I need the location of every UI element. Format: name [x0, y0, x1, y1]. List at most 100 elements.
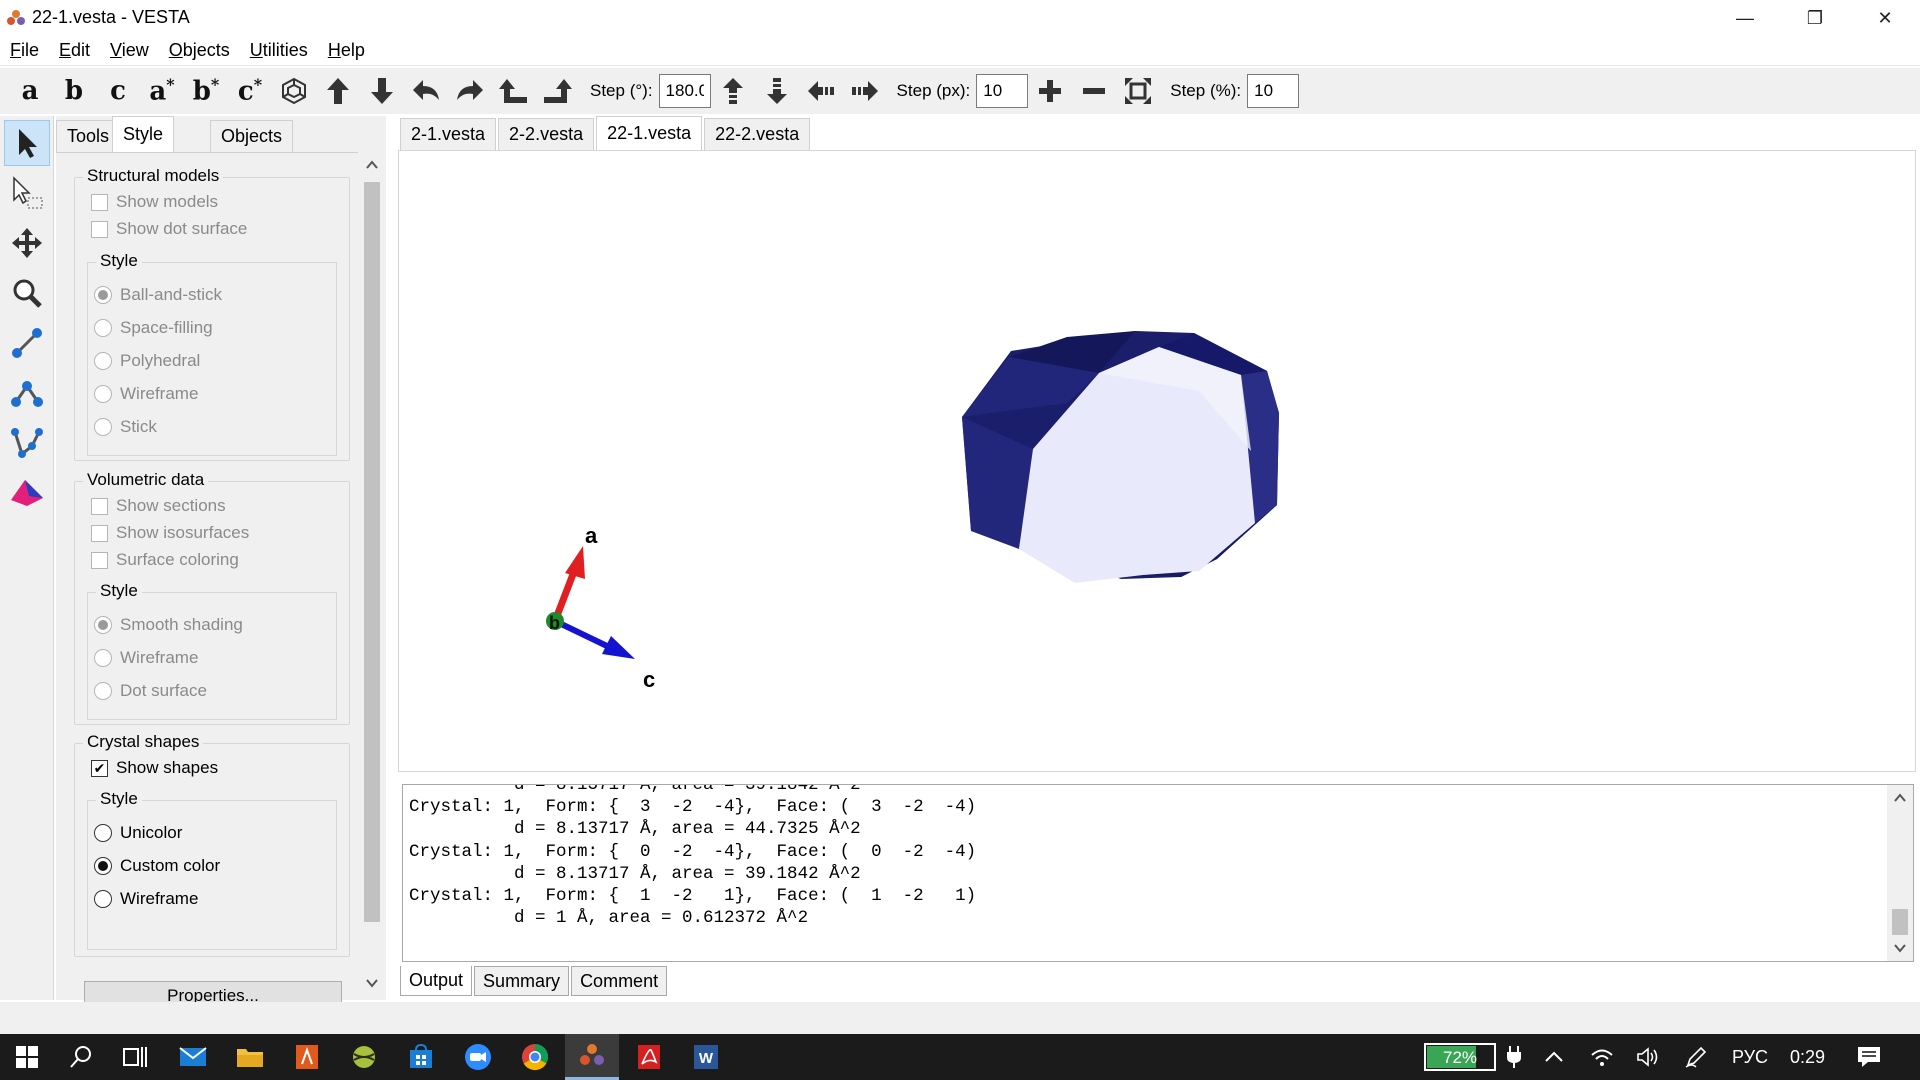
radio-stick[interactable]: Stick [94, 417, 157, 437]
rotate-up-icon[interactable] [316, 71, 360, 111]
taskbar-chrome[interactable] [508, 1034, 562, 1080]
axis-indicator: a b c [546, 523, 655, 692]
task-view-button[interactable] [108, 1034, 162, 1080]
close-button[interactable]: ✕ [1850, 0, 1920, 36]
show-dot-surface-checkbox[interactable]: Show dot surface [91, 219, 247, 239]
translate-up-icon[interactable] [711, 71, 755, 111]
start-button[interactable] [0, 1034, 54, 1080]
clock[interactable]: 0:29 [1790, 1034, 1825, 1080]
volume-icon[interactable] [1636, 1034, 1660, 1080]
menu-utilities[interactable]: Utilities [250, 40, 308, 61]
title-bar: 22-1.vesta - VESTA — ❐ ✕ [0, 0, 1920, 36]
view-along-b-star-button[interactable]: b* [184, 75, 228, 107]
tab-style[interactable]: Style [112, 116, 175, 152]
output-text-area[interactable]: d = 8.13717 Å, area = 39.1842 Å^2 Crystal… [402, 784, 1914, 962]
taskbar-mail[interactable] [166, 1034, 220, 1080]
panel-scroll-thumb[interactable] [364, 182, 380, 922]
select-tool-button[interactable] [4, 120, 50, 166]
radio-crystal-wireframe[interactable]: Wireframe [94, 889, 198, 909]
taskbar-app-ball[interactable] [337, 1034, 391, 1080]
taskbar-app-orange[interactable] [280, 1034, 334, 1080]
menu-view[interactable]: View [110, 40, 149, 61]
wifi-icon[interactable] [1590, 1034, 1614, 1080]
radio-space-filling[interactable]: Space-filling [94, 318, 213, 338]
step-px-input[interactable] [976, 74, 1029, 108]
show-models-checkbox[interactable]: Show models [91, 192, 218, 212]
translate-tool-button[interactable] [4, 220, 50, 266]
tab-summary[interactable]: Summary [474, 966, 570, 996]
taskbar-acrobat[interactable] [622, 1034, 676, 1080]
search-button[interactable] [54, 1034, 108, 1080]
view-along-a-star-button[interactable]: a* [140, 75, 184, 107]
translate-right-icon[interactable] [843, 71, 887, 111]
radio-volumetric-wireframe[interactable]: Wireframe [94, 648, 198, 668]
taskbar-zoom[interactable] [451, 1034, 505, 1080]
zoom-in-icon[interactable] [1028, 71, 1072, 111]
pen-workspace-icon[interactable] [1684, 1034, 1708, 1080]
radio-smooth-shading[interactable]: Smooth shading [94, 615, 243, 635]
menu-edit[interactable]: Edit [59, 40, 90, 61]
tab-2-2-vesta[interactable]: 2-2.vesta [498, 118, 595, 150]
region-select-tool-button[interactable] [4, 170, 50, 216]
rotate-cw-icon[interactable] [536, 71, 580, 111]
tab-comment[interactable]: Comment [571, 966, 668, 996]
radio-ball-and-stick[interactable]: Ball-and-stick [94, 285, 222, 305]
radio-dot-surface[interactable]: Dot surface [94, 681, 207, 701]
tab-22-2-vesta[interactable]: 22-2.vesta [704, 118, 811, 150]
restore-button[interactable]: ❐ [1780, 0, 1850, 36]
radio-custom-color[interactable]: Custom color [94, 856, 220, 876]
standard-orientation-icon[interactable] [272, 71, 316, 111]
menu-help[interactable]: Help [328, 40, 365, 61]
translate-down-icon[interactable] [755, 71, 799, 111]
taskbar-file-explorer[interactable] [223, 1034, 277, 1080]
rotate-ccw-icon[interactable] [492, 71, 536, 111]
step-percent-input[interactable] [1247, 74, 1300, 108]
radio-unicolor[interactable]: Unicolor [94, 823, 182, 843]
rotate-right-icon[interactable] [448, 71, 492, 111]
mail-icon [179, 1047, 207, 1066]
zoom-out-icon[interactable] [1072, 71, 1116, 111]
view-along-c-button[interactable]: c [96, 76, 140, 106]
rotate-left-icon[interactable] [404, 71, 448, 111]
menu-file[interactable]: File [10, 40, 39, 61]
status-bar [0, 1002, 1920, 1034]
menu-objects[interactable]: Objects [169, 40, 230, 61]
show-sections-checkbox[interactable]: Show sections [91, 496, 226, 516]
radio-polyhedral[interactable]: Polyhedral [94, 351, 200, 371]
structure-viewport[interactable]: a b c [398, 150, 1916, 772]
tab-22-1-vesta[interactable]: 22-1.vesta [596, 116, 703, 150]
tab-2-1-vesta[interactable]: 2-1.vesta [400, 118, 497, 150]
tab-tools[interactable]: Tools [56, 120, 121, 152]
battery-indicator[interactable]: 72% [1424, 1034, 1496, 1080]
taskbar-word[interactable]: W [679, 1034, 733, 1080]
fit-to-screen-icon[interactable] [1116, 71, 1160, 111]
surface-coloring-checkbox[interactable]: Surface coloring [91, 550, 239, 570]
view-along-b-button[interactable]: b [52, 76, 96, 106]
action-center-button[interactable] [1856, 1034, 1882, 1080]
rotate-down-icon[interactable] [360, 71, 404, 111]
polyhedron-tool-button[interactable] [4, 470, 50, 516]
show-shapes-checkbox[interactable]: ✔ Show shapes [91, 758, 218, 778]
radio-wireframe[interactable]: Wireframe [94, 384, 198, 404]
show-isosurfaces-checkbox[interactable]: Show isosurfaces [91, 523, 249, 543]
taskbar-vesta[interactable] [565, 1034, 619, 1080]
minimize-button[interactable]: — [1710, 0, 1780, 36]
tab-objects[interactable]: Objects [210, 120, 294, 152]
bond-distance-icon [12, 328, 42, 358]
input-language-indicator[interactable]: РУС [1732, 1034, 1768, 1080]
panel-scrollbar[interactable] [358, 152, 386, 1000]
dihedral-angle-icon [11, 428, 43, 458]
taskbar-store[interactable] [394, 1034, 448, 1080]
tab-output[interactable]: Output [400, 966, 473, 996]
output-scroll-thumb[interactable] [1892, 909, 1908, 935]
step-degree-input[interactable] [658, 74, 711, 108]
output-scrollbar[interactable] [1887, 785, 1913, 961]
angle-tool-button[interactable] [4, 370, 50, 416]
dihedral-tool-button[interactable] [4, 420, 50, 466]
translate-left-icon[interactable] [799, 71, 843, 111]
view-along-c-star-button[interactable]: c* [228, 75, 272, 107]
magnify-tool-button[interactable] [4, 270, 50, 316]
distance-tool-button[interactable] [4, 320, 50, 366]
view-along-a-button[interactable]: a [8, 76, 52, 106]
show-hidden-icons-chevron-icon[interactable] [1544, 1034, 1564, 1080]
